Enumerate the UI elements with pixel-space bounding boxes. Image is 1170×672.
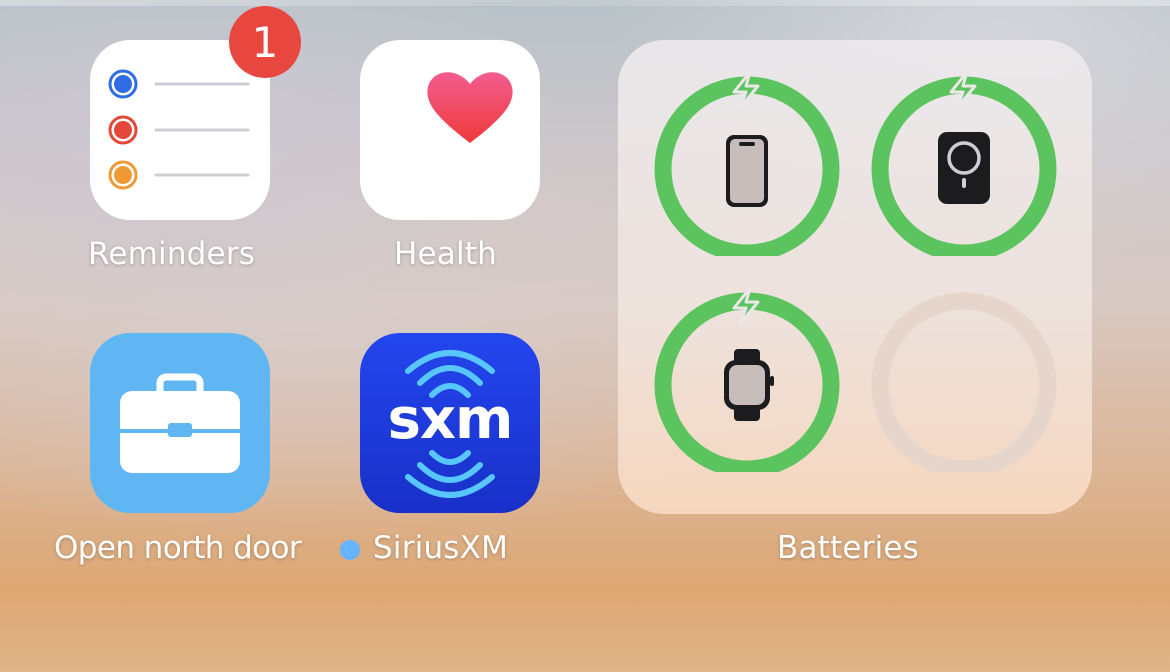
battery-ring-watch <box>654 286 840 472</box>
widget-label-batteries: Batteries <box>777 530 920 566</box>
iphone-icon <box>726 135 768 207</box>
svg-text:sxm: sxm <box>388 387 513 452</box>
battery-ring-empty <box>871 292 1057 472</box>
battery-ring-iphone <box>654 70 840 256</box>
batteries-widget[interactable] <box>618 40 1092 514</box>
battery-ring-magsafe <box>871 70 1057 256</box>
app-label-health: Health <box>394 236 497 272</box>
app-label-reminders: Reminders <box>88 236 256 272</box>
briefcase-icon[interactable] <box>90 333 270 513</box>
app-label-siriusxm: SiriusXM <box>340 530 508 566</box>
app-label-open-north-door: Open north door <box>54 530 302 566</box>
siriusxm-icon[interactable]: sxm <box>360 333 540 513</box>
notification-badge: 1 <box>229 6 301 78</box>
status-bar-edge <box>0 0 1170 6</box>
heart-icon[interactable] <box>360 40 540 220</box>
apple-watch-icon <box>724 349 774 421</box>
new-app-dot <box>340 539 360 560</box>
magsafe-battery-icon <box>938 132 990 204</box>
siriusxm-label-text: SiriusXM <box>373 530 509 566</box>
